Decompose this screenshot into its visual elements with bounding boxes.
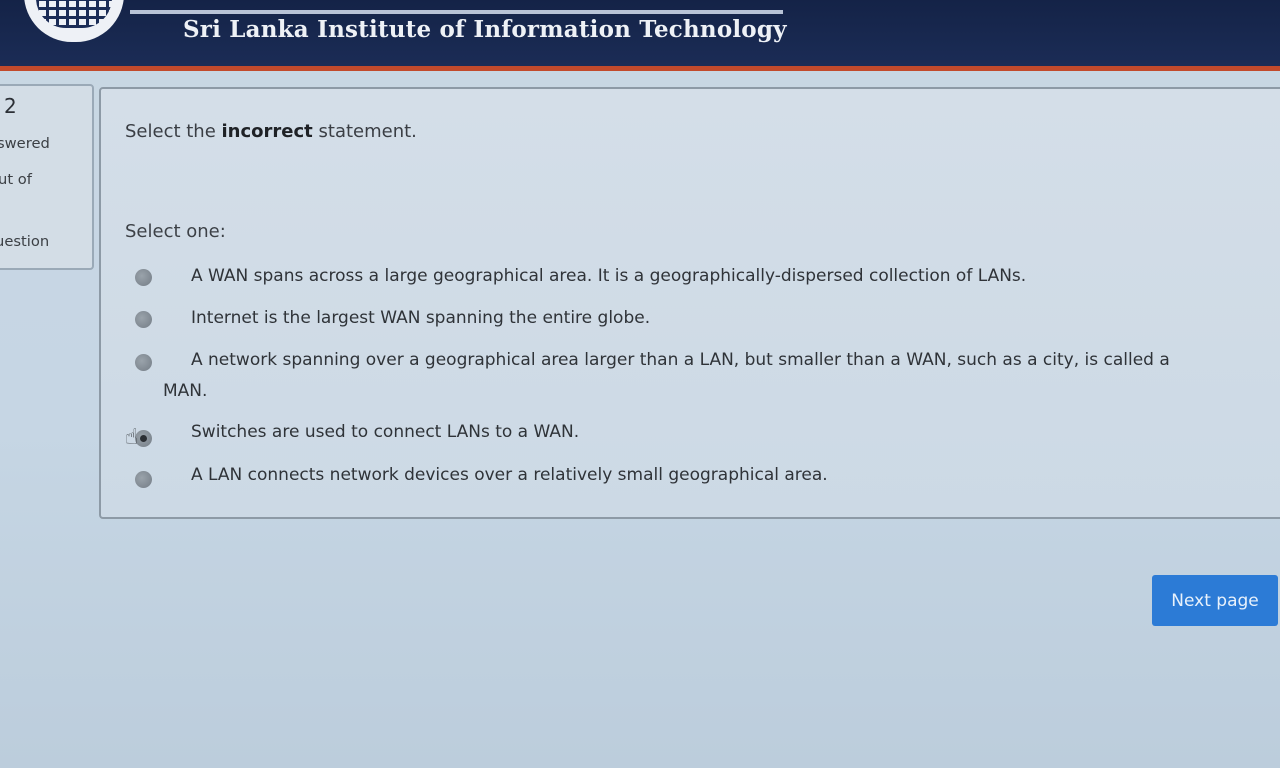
answer-label-2[interactable]: Internet is the largest WAN spanning the… <box>191 303 650 334</box>
question-card: Select the incorrect statement. Select o… <box>99 87 1280 519</box>
hand-pointer-icon: ☝ <box>125 425 139 450</box>
answer-label-4[interactable]: Switches are used to connect LANs to a W… <box>191 417 579 448</box>
site-title: Sri Lanka Institute of Information Techn… <box>183 16 787 43</box>
header-divider <box>130 10 783 14</box>
answer-label-5[interactable]: A LAN connects network devices over a re… <box>191 460 828 491</box>
answer-radio-3[interactable] <box>135 354 152 371</box>
answer-radio-1[interactable] <box>135 269 152 286</box>
answer-radio-2[interactable] <box>135 311 152 328</box>
question-mark-info: ut of <box>0 172 32 188</box>
question-status: swered <box>0 136 50 152</box>
question-info-panel: 2 swered ut of uestion <box>0 84 94 270</box>
logo-emblem-icon <box>36 0 112 28</box>
question-text: Select the incorrect statement. <box>125 121 417 142</box>
answer-label-3[interactable]: A network spanning over a geographical a… <box>163 345 1203 407</box>
answer-label-1[interactable]: A WAN spans across a large geographical … <box>191 261 1026 292</box>
select-one-prompt: Select one: <box>125 221 226 242</box>
question-text-after: statement. <box>312 121 417 142</box>
flag-question-link[interactable]: uestion <box>0 234 49 250</box>
site-header: Sri Lanka Institute of Information Techn… <box>0 0 1280 66</box>
answer-radio-5[interactable] <box>135 471 152 488</box>
next-page-button[interactable]: Next page <box>1152 575 1278 626</box>
question-number: 2 <box>4 94 17 118</box>
question-text-emphasis: incorrect <box>221 121 313 142</box>
question-text-before: Select the <box>125 121 222 142</box>
header-accent-line <box>0 66 1280 71</box>
institute-logo[interactable] <box>24 0 124 42</box>
